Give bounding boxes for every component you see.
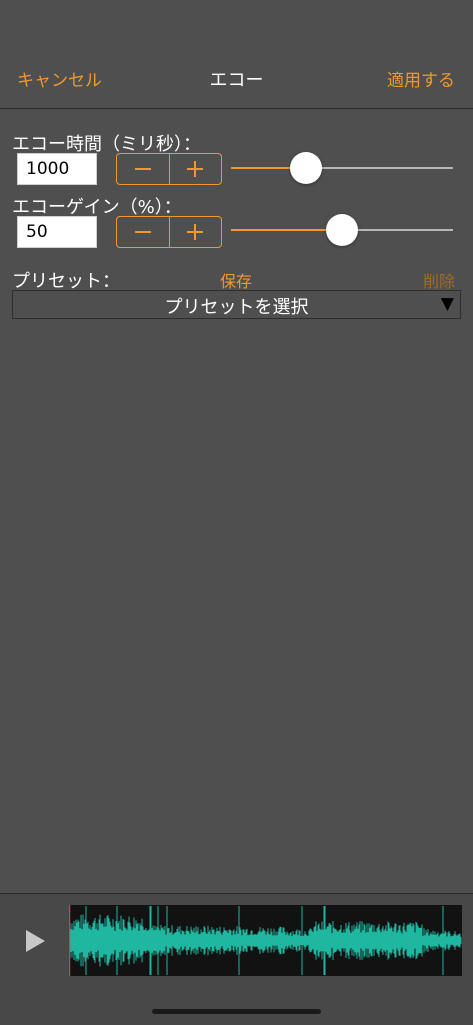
preset-save-button[interactable]: 保存 <box>220 268 252 292</box>
audio-player-bar <box>0 893 473 1025</box>
play-icon <box>26 930 45 952</box>
echo-time-input[interactable] <box>17 153 97 185</box>
echo-time-decrement-button[interactable] <box>117 154 169 184</box>
minus-icon <box>134 231 151 233</box>
echo-gain-slider[interactable] <box>231 214 453 246</box>
plus-icon <box>187 161 204 177</box>
echo-gain-input[interactable] <box>17 216 97 248</box>
echo-gain-decrement-button[interactable] <box>117 217 169 247</box>
echo-gain-increment-button[interactable] <box>168 217 222 247</box>
minus-icon <box>134 168 151 170</box>
navigation-bar: キャンセル エコー 適用する <box>0 0 473 109</box>
echo-time-slider[interactable] <box>231 152 453 184</box>
slider-thumb[interactable] <box>326 214 358 246</box>
plus-icon <box>187 224 204 240</box>
slider-thumb[interactable] <box>290 152 322 184</box>
play-button[interactable] <box>22 928 48 954</box>
preset-delete-button: 削除 <box>422 272 455 291</box>
echo-time-stepper <box>116 153 222 185</box>
waveform[interactable] <box>68 905 462 976</box>
waveform-graphic <box>68 905 462 976</box>
preset-select-value: プリセットを選択 <box>164 297 309 318</box>
echo-gain-stepper <box>116 216 222 248</box>
preset-select[interactable]: プリセットを選択 ▼ <box>12 290 461 319</box>
echo-time-increment-button[interactable] <box>168 154 222 184</box>
home-indicator <box>152 1009 321 1014</box>
dropdown-arrow-icon: ▼ <box>440 294 454 314</box>
apply-button[interactable]: 適用する <box>387 66 455 91</box>
